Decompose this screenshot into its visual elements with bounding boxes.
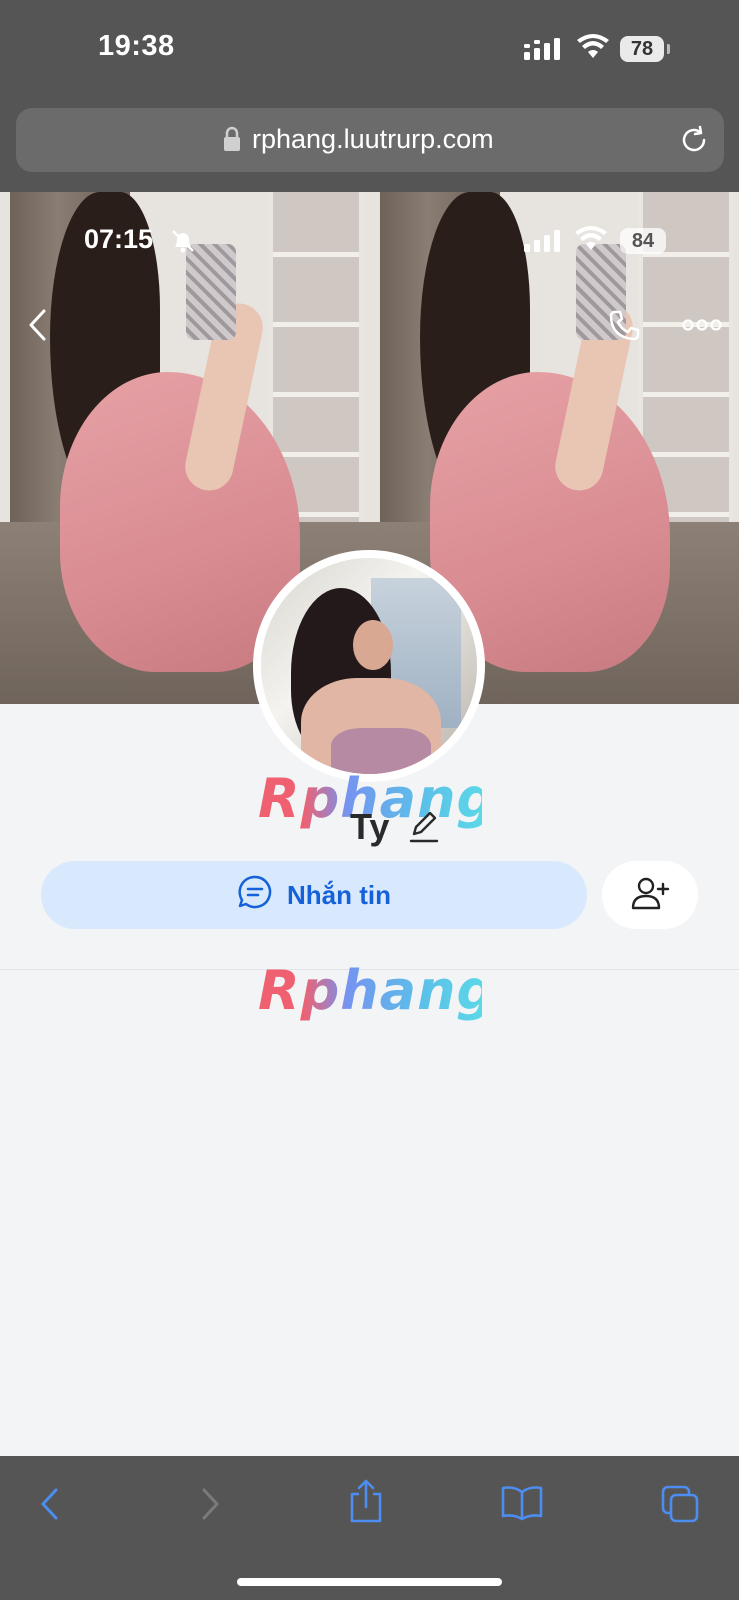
share-icon[interactable] (348, 1478, 384, 1529)
message-button-label: Nhắn tin (287, 879, 391, 910)
signal-icon (524, 38, 562, 65)
wifi-icon (576, 34, 610, 65)
avatar-image (261, 558, 477, 774)
avatar[interactable] (253, 550, 485, 782)
pencil-icon[interactable] (408, 808, 440, 849)
url-text: rphang.luutrurp.com (252, 124, 494, 154)
reload-icon[interactable] (678, 124, 710, 161)
lock-icon (222, 126, 242, 157)
status-time: 19:38 (98, 30, 175, 62)
profile-name: Ty (350, 806, 390, 847)
browser-top-chrome: 19:38 78 rphang.luutrurp.com (0, 0, 739, 192)
add-user-icon (630, 875, 670, 916)
status-bar: 19:38 78 (0, 0, 739, 100)
battery-indicator: 78 (620, 36, 670, 62)
add-friend-button[interactable] (602, 861, 698, 929)
chat-bubble-icon (237, 874, 273, 917)
nav-back-icon[interactable] (36, 1484, 62, 1529)
book-icon[interactable] (500, 1484, 544, 1527)
phone-icon[interactable] (606, 308, 642, 349)
cover-battery-indicator: 84 (620, 228, 666, 254)
more-icon[interactable] (682, 318, 722, 337)
home-indicator (237, 1578, 502, 1586)
cover-signal-icon (524, 230, 562, 257)
message-button[interactable]: Nhắn tin (41, 861, 587, 929)
cover-status-time: 07:15 (84, 224, 154, 254)
address-bar[interactable]: rphang.luutrurp.com (16, 108, 724, 172)
bell-muted-icon (170, 228, 196, 259)
chevron-left-icon[interactable] (26, 308, 48, 347)
watermark-logo-secondary: Rphang (258, 959, 497, 1022)
cover-wifi-icon (574, 226, 608, 257)
nav-forward-icon[interactable] (198, 1484, 224, 1529)
tabs-icon[interactable] (660, 1484, 700, 1529)
